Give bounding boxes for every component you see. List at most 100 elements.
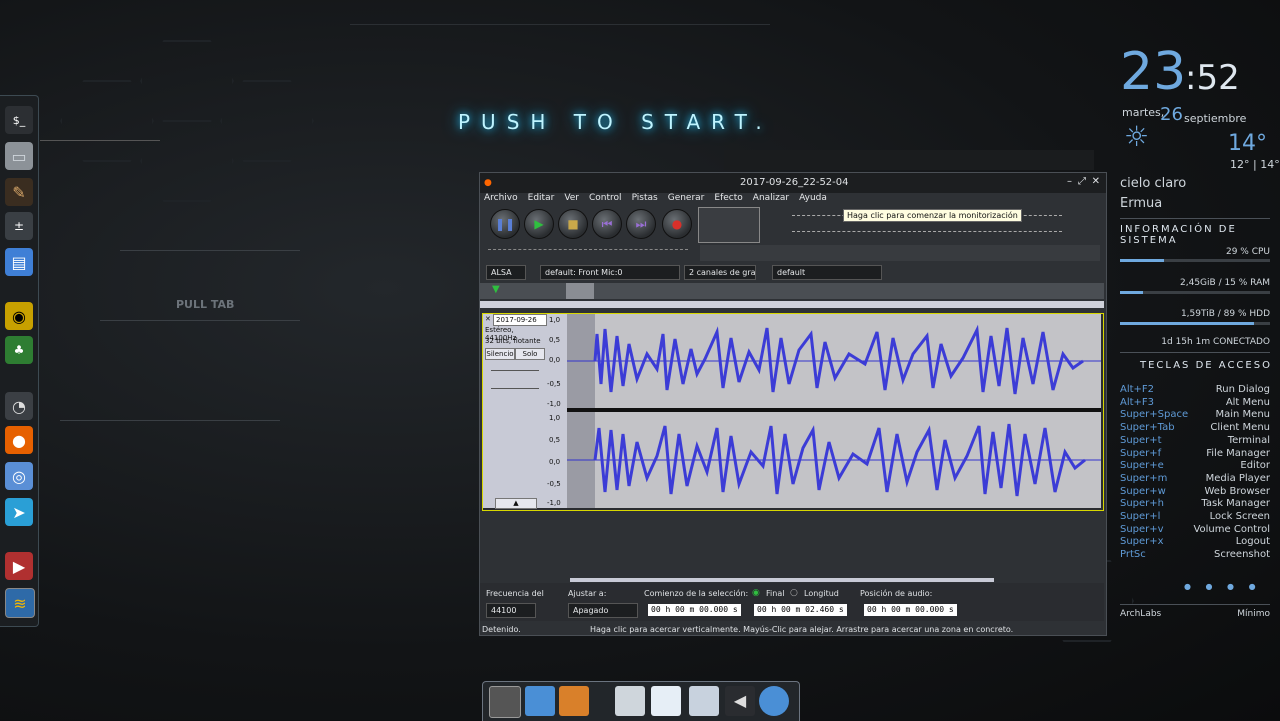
mute-button[interactable]: Silencio (485, 348, 515, 360)
menu-ver[interactable]: Ver (564, 193, 579, 206)
audacity-window: ● 2017-09-26_22-52-04 – ⤢ ✕ Archivo Edit… (479, 172, 1107, 636)
tools-toolbar[interactable] (698, 207, 760, 243)
project-rate-select[interactable]: 44100 (486, 603, 536, 618)
clock-hour: 23 (1120, 42, 1187, 102)
selection-start-field[interactable]: 00 h 00 m 00.000 s (648, 604, 741, 616)
hotkey-combo: Super+f (1120, 447, 1162, 459)
record-button[interactable]: ● (662, 209, 692, 239)
menu-generar[interactable]: Generar (668, 193, 705, 206)
close-icon[interactable]: ✕ (1092, 176, 1100, 187)
footer-theme: Mínimo (1237, 609, 1270, 619)
calculator-icon[interactable]: ± (5, 212, 33, 240)
games-icon[interactable]: ♣ (5, 336, 33, 364)
menu-analizar[interactable]: Analizar (753, 193, 789, 206)
track-name-button[interactable]: 2017-09-26 (493, 314, 547, 326)
hotkey-row: Super+l Lock Screen (1120, 511, 1270, 522)
hotkey-action: Media Player (1205, 472, 1270, 484)
skip-end-button[interactable]: ⏭ (626, 209, 656, 239)
firefox-icon[interactable]: ● (5, 426, 33, 454)
city: Ermua (1120, 196, 1163, 211)
workspace-icon[interactable] (489, 686, 521, 718)
snap-label: Ajustar a: (568, 589, 607, 598)
hotkey-row: Alt+F2 Run Dialog (1120, 384, 1270, 395)
selection-start-label: Comienzo de la selección: (644, 589, 749, 598)
hotkey-row: Super+e Editor (1120, 460, 1270, 471)
search-icon[interactable] (759, 686, 789, 716)
hotkey-combo: Super+Tab (1120, 422, 1175, 434)
hdd-bar (1120, 322, 1270, 325)
menu-archivo[interactable]: Archivo (484, 193, 518, 206)
bookmark-icon[interactable] (559, 686, 589, 716)
gain-slider[interactable] (491, 370, 539, 371)
play-button[interactable]: ▶ (524, 209, 554, 239)
recorder-icon[interactable]: ▶ (5, 552, 33, 580)
collapse-track-icon[interactable]: ▲ (495, 498, 537, 509)
terminal-icon[interactable]: $_ (5, 106, 33, 134)
scrub-bar[interactable] (480, 301, 1104, 308)
speaker-icon[interactable]: ◉ (5, 302, 33, 330)
audio-host-select[interactable]: ALSA (486, 265, 526, 280)
skip-start-button[interactable]: ⏮ (592, 209, 622, 239)
document-icon[interactable]: ▤ (5, 248, 33, 276)
maximize-icon[interactable]: ⤢ (1078, 176, 1086, 187)
hotkey-row: Super+x Logout (1120, 536, 1270, 547)
notes-icon[interactable] (651, 686, 681, 716)
home-folder-icon[interactable] (525, 686, 555, 716)
output-device-select[interactable]: default (772, 265, 882, 280)
audacity-icon[interactable]: ≋ (5, 588, 35, 618)
sun-icon: ☼ (1124, 120, 1150, 153)
hotkey-row: Super+h Task Manager (1120, 498, 1270, 509)
deco-line (100, 320, 300, 321)
waveform-left-channel[interactable] (567, 314, 1101, 408)
hotkey-combo: Super+m (1120, 472, 1168, 484)
end-radio[interactable]: ◉ (752, 588, 760, 598)
waveform-right-channel[interactable] (567, 412, 1101, 508)
minimize-icon[interactable]: – (1067, 176, 1072, 187)
scale-label: 1,0 (549, 316, 561, 324)
left-dock: $_ ▭ ✎ ± ▤ ◉ ♣ ◔ ● ◎ ➤ ▶ ≋ (0, 95, 39, 627)
track-area: ✕ 2017-09-26 Estéreo, 44100Hz 32 bits, f… (482, 313, 1104, 511)
length-radio[interactable]: ○ (790, 588, 798, 598)
stop-button[interactable]: ■ (558, 209, 588, 239)
hotkey-row: Alt+F3 Alt Menu (1120, 397, 1270, 408)
cpu-bar (1120, 259, 1270, 262)
volume-sliders[interactable] (488, 249, 688, 258)
menu-efecto[interactable]: Efecto (714, 193, 742, 206)
menu-pistas[interactable]: Pistas (632, 193, 658, 206)
files-icon[interactable]: ▭ (5, 142, 33, 170)
hotkey-action: Lock Screen (1209, 511, 1270, 522)
chromium-icon[interactable]: ◎ (5, 462, 33, 490)
hotkey-action: Terminal (1227, 434, 1270, 446)
scale-label: -0,5 (547, 480, 561, 488)
text-editor-icon[interactable] (615, 686, 645, 716)
selection-end-field[interactable]: 00 h 00 m 02.460 s (754, 604, 847, 616)
solo-button[interactable]: Solo (515, 348, 545, 360)
timeline-ruler[interactable]: ▼ (480, 283, 1104, 299)
pause-button[interactable]: ❚❚ (490, 209, 520, 239)
menu-editar[interactable]: Editar (528, 193, 555, 206)
channels-select[interactable]: 2 canales de gra (684, 265, 756, 280)
input-device-select[interactable]: default: Front Mic:0 (540, 265, 680, 280)
vertical-scale[interactable]: 1,0 0,5 0,0 -0,5 -1,0 1,0 0,5 0,0 -0,5 -… (547, 314, 567, 508)
play-head-icon[interactable]: ▼ (492, 284, 500, 295)
track-close-icon[interactable]: ✕ (485, 315, 491, 323)
rate-label: Frecuencia del (486, 589, 544, 598)
cpu-stat: 29 % CPU (1225, 247, 1270, 257)
snap-select[interactable]: Apagado (568, 603, 638, 618)
weather-condition: cielo claro (1120, 176, 1187, 191)
gimp-icon[interactable]: ✎ (5, 178, 33, 206)
menu-ayuda[interactable]: Ayuda (799, 193, 827, 206)
day-number: 26 (1160, 104, 1183, 125)
disk-icon[interactable] (689, 686, 719, 716)
menu-control[interactable]: Control (589, 193, 622, 206)
edit-toolbar[interactable] (700, 245, 1100, 261)
volume-icon[interactable]: ◀ (725, 686, 755, 716)
horizontal-scrollbar[interactable] (570, 578, 994, 582)
hdd-stat: 1,59TiB / 89 % HDD (1180, 309, 1270, 319)
hotkey-action: Volume Control (1193, 523, 1270, 535)
pan-slider[interactable] (491, 388, 539, 389)
audio-position-field[interactable]: 00 h 00 m 00.000 s (864, 604, 957, 616)
telegram-icon[interactable]: ➤ (5, 498, 33, 526)
obs-icon[interactable]: ◔ (5, 392, 33, 420)
window-title: 2017-09-26_22-52-04 (740, 177, 849, 188)
